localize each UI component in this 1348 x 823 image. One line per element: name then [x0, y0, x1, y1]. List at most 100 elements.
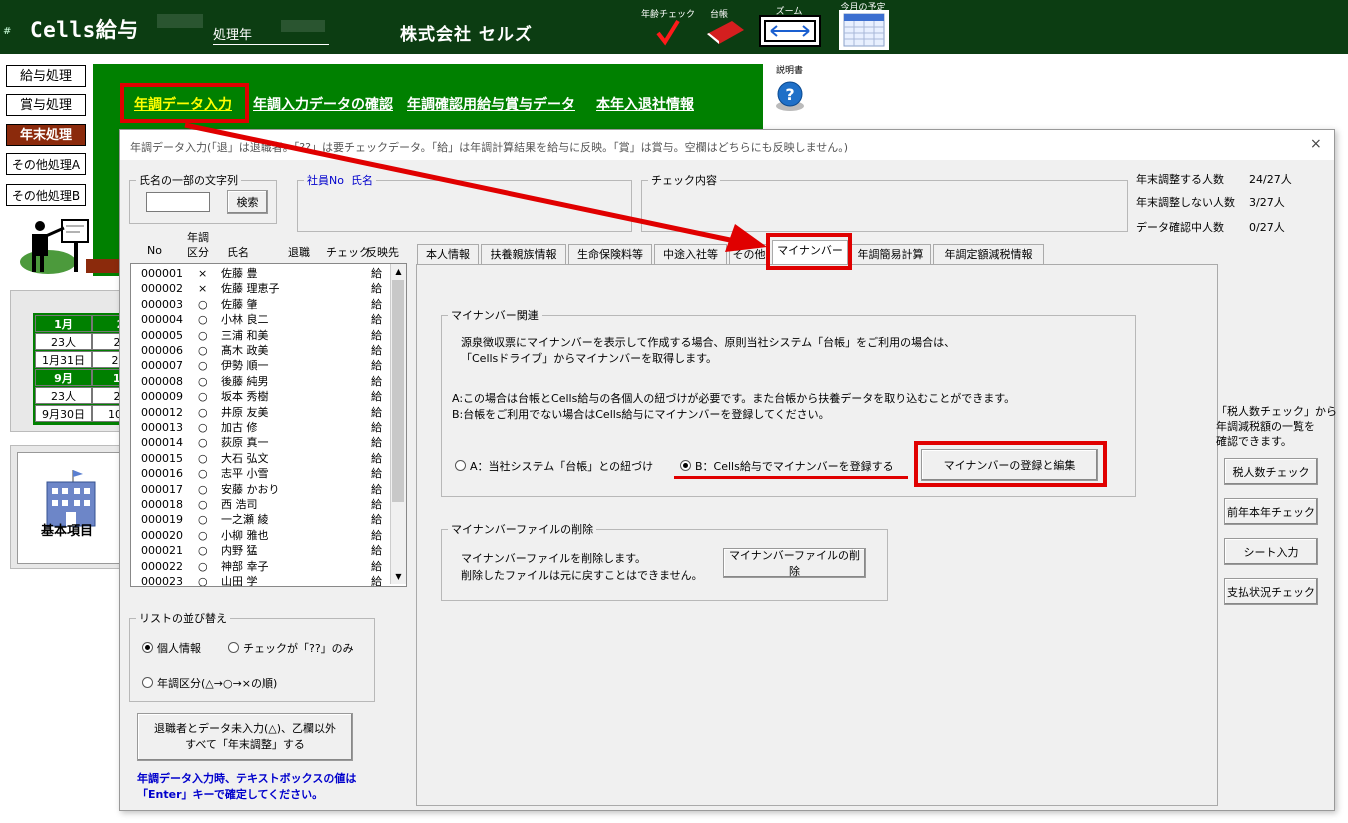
employee-no: 000008: [141, 374, 183, 388]
scroll-down-icon[interactable]: ▼: [391, 569, 406, 584]
scroll-thumb[interactable]: [392, 280, 404, 502]
sort-option-personal[interactable]: 個人情報: [142, 640, 201, 656]
zoom-icon[interactable]: [759, 15, 821, 47]
table-row[interactable]: 000022 ○ 神部 幸子 給: [131, 559, 389, 574]
search-button[interactable]: 検索: [227, 190, 268, 214]
ledger-book-icon[interactable]: [704, 18, 746, 46]
side-note-line2: 年調減税額の一覧を: [1216, 420, 1315, 433]
employee-kubun: ○: [198, 405, 208, 419]
employee-no: 000015: [141, 451, 183, 465]
close-icon[interactable]: ×: [1310, 136, 1322, 152]
payment-status-check-button[interactable]: 支払状況チェック: [1224, 578, 1318, 605]
bulk-year-end-button[interactable]: 退職者とデータ未入力(△)、乙欄以外 すべて「年末調整」する: [137, 713, 353, 761]
presenter-icon: [18, 212, 92, 274]
bulk-button-line1: 退職者とデータ未入力(△)、乙欄以外: [153, 722, 337, 735]
sort-option-kubun[interactable]: 年調区分(△→○→×の順): [142, 675, 277, 691]
employee-reflect: 給: [371, 482, 382, 496]
table-row[interactable]: 000008 ○ 後藤 純男 給: [131, 374, 389, 389]
sheet-input-button[interactable]: シート入力: [1224, 538, 1318, 565]
table-row[interactable]: 000005 ○ 三浦 和美 給: [131, 328, 389, 343]
table-row[interactable]: 000015 ○ 大石 弘文 給: [131, 451, 389, 466]
employee-reflect: 給: [371, 559, 382, 573]
delete-desc1: マイナンバーファイルを削除します。: [461, 552, 647, 565]
table-row[interactable]: 000018 ○ 西 浩司 給: [131, 497, 389, 512]
employee-reflect: 給: [371, 282, 382, 296]
nav-salary[interactable]: 給与処理: [6, 65, 86, 87]
tab-midyear[interactable]: 中途入社等: [654, 244, 727, 264]
table-row[interactable]: 000016 ○ 志平 小雪 給: [131, 466, 389, 481]
stat-label-adjust: 年末調整する人数: [1136, 173, 1224, 186]
mynumber-file-delete-button[interactable]: マイナンバーファイルの削除: [723, 548, 866, 578]
name-search-input[interactable]: [146, 192, 210, 212]
employee-name: 志平 小雪: [221, 467, 269, 481]
app-title: Cells給与: [30, 18, 139, 42]
table-row[interactable]: 000009 ○ 坂本 秀樹 給: [131, 389, 389, 404]
table-row[interactable]: 000023 ○ 山田 学 給: [131, 574, 389, 587]
table-row[interactable]: 000007 ○ 伊勢 順一 給: [131, 358, 389, 373]
option-b-cells-register[interactable]: B：Cells給与でマイナンバーを登録する: [680, 458, 894, 474]
menu-link-join-leave-info[interactable]: 本年入退社情報: [596, 94, 694, 114]
table-row[interactable]: 000020 ○ 小柳 雅也 給: [131, 528, 389, 543]
nav-year-end[interactable]: 年末処理: [6, 124, 86, 146]
employee-no: 000006: [141, 344, 183, 357]
tab-personal[interactable]: 本人情報: [417, 244, 479, 264]
employee-reflect: 給: [371, 451, 382, 465]
employee-no: 000002: [141, 282, 183, 296]
employee-name: 加古 修: [221, 421, 258, 434]
employee-no: 000004: [141, 313, 183, 327]
table-row[interactable]: 000017 ○ 安藤 かおり 給: [131, 482, 389, 497]
table-row[interactable]: 000013 ○ 加古 修 給: [131, 420, 389, 435]
help-icon[interactable]: ?: [774, 76, 806, 112]
search-legend: 氏名の一部の文字列: [139, 174, 238, 187]
employee-no: 000021: [141, 544, 183, 558]
col-header-reflect: 反映先: [366, 246, 399, 259]
table-row[interactable]: 000021 ○ 内野 猛 給: [131, 543, 389, 558]
employee-reflect: 給: [371, 421, 382, 434]
radio-icon[interactable]: [228, 642, 239, 653]
option-a-ledger-link[interactable]: A：当社システム「台帳」との紐づけ: [455, 458, 653, 474]
employee-reflect: 給: [371, 436, 382, 450]
table-row[interactable]: 000019 ○ 一之瀬 綾 給: [131, 512, 389, 527]
table-row[interactable]: 000012 ○ 井原 友美 給: [131, 405, 389, 420]
employee-kubun: ○: [198, 421, 208, 434]
tab-fixed-tax-reduction[interactable]: 年調定額減税情報: [933, 244, 1044, 264]
employee-name: 山田 学: [221, 575, 258, 587]
calendar-icon[interactable]: [839, 10, 889, 50]
table-row[interactable]: 000001 × 佐藤 豊 給: [131, 266, 389, 281]
employee-kubun: ○: [198, 513, 208, 527]
employee-reflect: 給: [371, 313, 382, 327]
list-scrollbar[interactable]: ▲ ▼: [390, 264, 406, 584]
tax-count-check-button[interactable]: 税人数チェック: [1224, 458, 1318, 485]
employee-list[interactable]: 000001 × 佐藤 豊給 000002 × 佐藤 理恵子給 000003 ○ 佐藤 肇給 00…: [130, 263, 407, 587]
col-header-kubun-top: 年調: [187, 231, 209, 244]
sort-option-check[interactable]: チェックが「??」のみ: [228, 640, 354, 656]
table-row[interactable]: 000004 ○ 小林 良二 給: [131, 312, 389, 327]
menu-link-salary-bonus-data[interactable]: 年調確認用給与賞与データ: [407, 94, 575, 114]
employee-kubun: ○: [198, 313, 208, 327]
employee-reflect: 給: [371, 498, 382, 511]
table-row[interactable]: 000002 × 佐藤 理恵子 給: [131, 281, 389, 296]
nav-bonus[interactable]: 賞与処理: [6, 94, 86, 116]
calendar-panel: 1月 2 23人 23 1月31日 2月 9月 10 23人 23 9月30日 …: [10, 290, 149, 432]
employee-reflect: 給: [371, 575, 382, 587]
tab-dependents[interactable]: 扶養親族情報: [481, 244, 566, 264]
employee-kubun: ○: [198, 390, 208, 404]
radio-icon[interactable]: [455, 460, 466, 471]
table-row[interactable]: 000014 ○ 荻原 真一 給: [131, 435, 389, 450]
table-row[interactable]: 000003 ○ 佐藤 肇 給: [131, 297, 389, 312]
prev-current-year-check-button[interactable]: 前年本年チェック: [1224, 498, 1318, 525]
radio-selected-icon[interactable]: [680, 460, 691, 471]
nav-other-a[interactable]: その他処理A: [6, 153, 86, 175]
tab-insurance[interactable]: 生命保険料等: [568, 244, 652, 264]
table-row[interactable]: 000006 ○ 髙木 政美 給: [131, 343, 389, 358]
nav-other-b[interactable]: その他処理B: [6, 184, 86, 206]
radio-icon[interactable]: [142, 677, 153, 688]
scroll-up-icon[interactable]: ▲: [391, 264, 406, 279]
radio-selected-icon[interactable]: [142, 642, 153, 653]
side-note-line1: 「税人数チェック」から: [1216, 405, 1337, 418]
mynumber-note-a: A:この場合は台帳とCells給与の各個人の紐づけが必要です。また台帳から扶養デ…: [452, 392, 1016, 405]
age-check-icon[interactable]: [654, 17, 682, 47]
tab-other[interactable]: その他: [729, 244, 769, 264]
menu-link-nenchou-confirm[interactable]: 年調入力データの確認: [253, 94, 393, 114]
tab-simple-calc[interactable]: 年調簡易計算: [850, 244, 931, 264]
